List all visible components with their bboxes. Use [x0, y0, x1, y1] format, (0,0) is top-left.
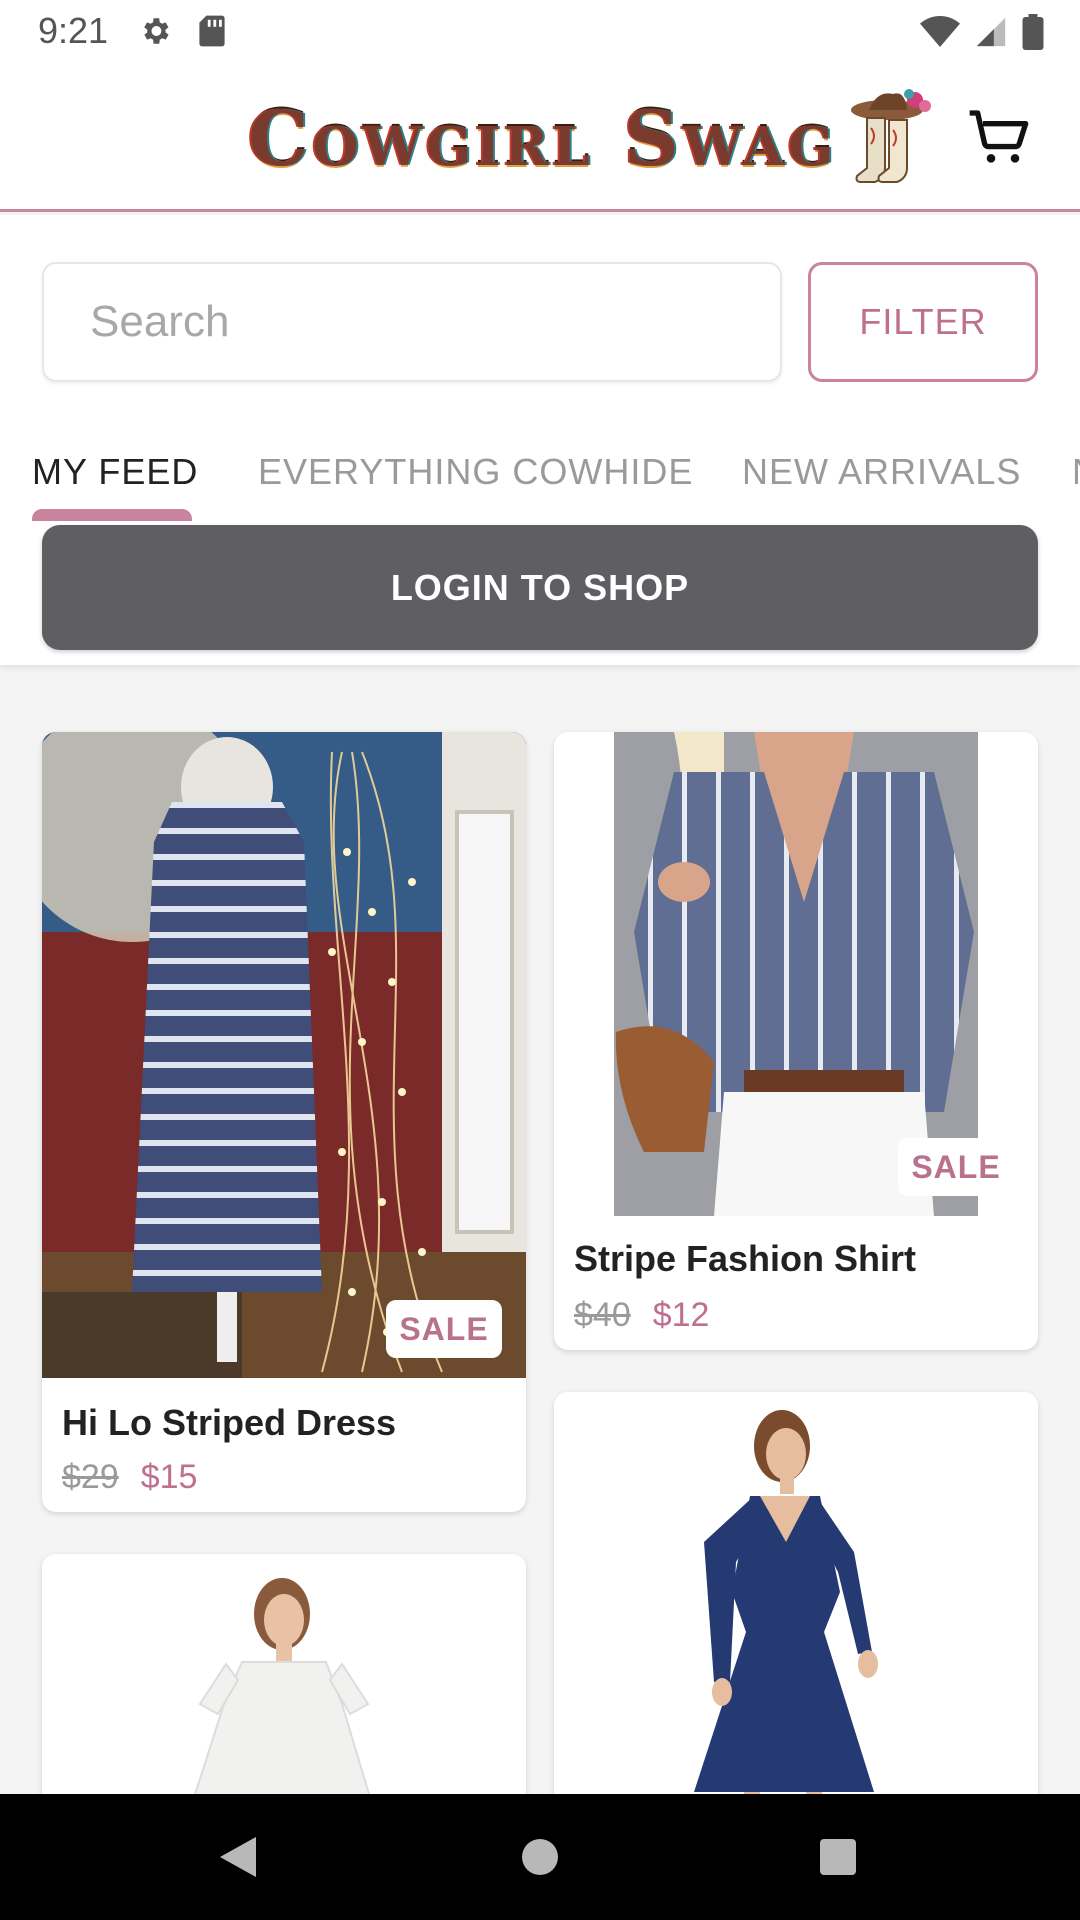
sale-price: $12: [652, 1296, 710, 1334]
product-card[interactable]: SALE Hi Lo Striped Dress $29 $15: [42, 732, 526, 1512]
wifi-icon: [920, 16, 960, 47]
filter-button[interactable]: FILTER: [808, 262, 1038, 382]
home-button[interactable]: [480, 1794, 600, 1920]
app-root: 9:21 Cowgirl Swag Search FILTER MY FEED …: [0, 0, 1080, 1920]
sale-badge: SALE: [898, 1138, 1014, 1196]
home-icon: [522, 1839, 558, 1875]
product-name: Hi Lo Striped Dress: [62, 1402, 397, 1443]
brand-logo[interactable]: Cowgirl Swag: [248, 88, 939, 188]
cart-button[interactable]: [966, 102, 1032, 172]
header-panel: FILTER MY FEED EVERYTHING COWHIDE NEW AR…: [0, 215, 1080, 665]
product-name: Stripe Fashion Shirt: [574, 1238, 917, 1279]
shopping-cart-icon: [969, 110, 1029, 163]
search-input[interactable]: [90, 297, 780, 347]
category-tabs: MY FEED EVERYTHING COWHIDE NEW ARRIVALS …: [0, 427, 1080, 517]
recents-button[interactable]: [778, 1794, 898, 1920]
cowboy-boots-icon: [851, 89, 932, 183]
price-row: $29 $15: [62, 1458, 197, 1497]
status-time: 9:21: [38, 10, 109, 51]
original-price: $40: [574, 1296, 631, 1334]
brand-name: Cowgirl Swag: [248, 93, 838, 183]
product-image[interactable]: SALE: [554, 732, 1038, 1216]
back-icon: [220, 1837, 256, 1877]
price-row: $40 $12: [574, 1296, 709, 1335]
product-card[interactable]: SALE Stripe Fashion Shirt $40 $12: [554, 732, 1038, 1350]
tab-everything-cowhide[interactable]: EVERYTHING COWHIDE: [258, 427, 693, 517]
tab-indicator: [32, 509, 192, 521]
recents-icon: [820, 1839, 856, 1875]
search-box[interactable]: [42, 262, 782, 382]
original-price: $29: [62, 1458, 119, 1496]
gear-icon: [144, 18, 169, 44]
sd-card-icon: [199, 15, 225, 47]
signal-icon: [976, 17, 1006, 47]
system-nav-bar: [0, 1794, 1080, 1920]
battery-icon: [1022, 14, 1044, 50]
sale-badge: SALE: [386, 1300, 502, 1358]
status-bar: 9:21: [0, 0, 1080, 62]
back-button[interactable]: [178, 1794, 298, 1920]
tab-next[interactable]: N: [1072, 427, 1080, 517]
tab-new-arrivals[interactable]: NEW ARRIVALS: [742, 427, 1021, 517]
tab-my-feed[interactable]: MY FEED: [32, 427, 198, 517]
product-image[interactable]: SALE: [42, 732, 526, 1378]
striped-dress-photo: [42, 732, 526, 1378]
login-to-shop-button[interactable]: LOGIN TO SHOP: [42, 525, 1038, 650]
app-bar: Cowgirl Swag: [0, 62, 1080, 212]
sale-price: $15: [140, 1458, 198, 1496]
